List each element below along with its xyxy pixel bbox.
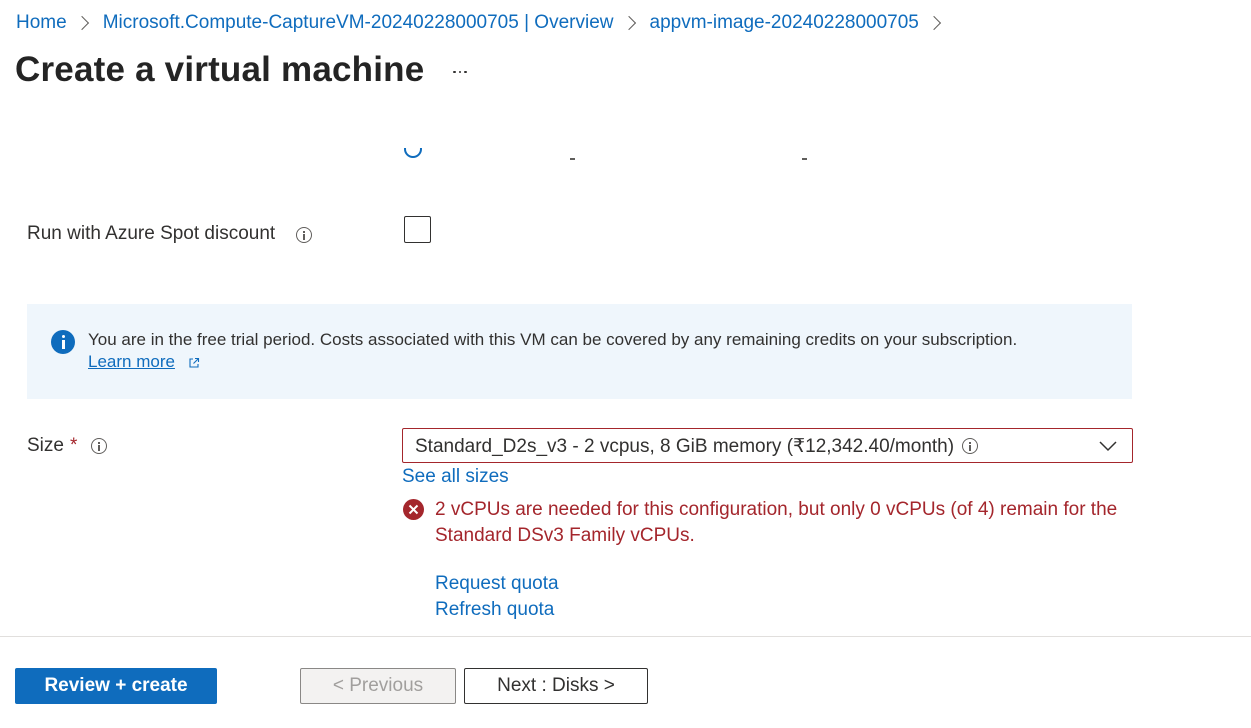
- breadcrumb-home[interactable]: Home: [16, 12, 67, 34]
- size-selected-value: Standard_D2s_v3 - 2 vcpus, 8 GiB memory …: [415, 436, 955, 457]
- ellipsis-icon: [464, 70, 467, 74]
- info-filled-icon: [51, 330, 75, 354]
- size-label: Size *: [27, 435, 77, 457]
- info-icon[interactable]: [91, 438, 107, 454]
- external-link-icon: [189, 357, 200, 368]
- chevron-right-icon: [74, 15, 89, 31]
- spot-discount-checkbox[interactable]: [404, 216, 431, 243]
- size-quota-error-message: 2 vCPUs are needed for this configuratio…: [435, 499, 1118, 546]
- review-create-button[interactable]: Review + create: [15, 668, 217, 704]
- see-all-sizes-link[interactable]: See all sizes: [402, 466, 509, 488]
- learn-more-link[interactable]: Learn more: [88, 352, 175, 372]
- breadcrumb: Home Microsoft.Compute-CaptureVM-2024022…: [16, 10, 955, 36]
- page-title: Create a virtual machine: [15, 50, 425, 89]
- scrolled-off-text-remnant: [570, 158, 575, 160]
- banner-message: You are in the free trial period. Costs …: [88, 330, 1018, 349]
- more-options-button[interactable]: [446, 58, 474, 86]
- chevron-down-icon: [1099, 441, 1117, 452]
- spot-discount-label: Run with Azure Spot discount: [27, 223, 276, 244]
- ellipsis-icon: [458, 70, 462, 74]
- required-indicator: *: [69, 435, 78, 456]
- breadcrumb-capture-vm-overview[interactable]: Microsoft.Compute-CaptureVM-202402280007…: [103, 12, 614, 34]
- size-dropdown[interactable]: Standard_D2s_v3 - 2 vcpus, 8 GiB memory …: [402, 428, 1133, 463]
- next-disks-button[interactable]: Next : Disks >: [464, 668, 648, 704]
- refresh-quota-link[interactable]: Refresh quota: [435, 599, 554, 621]
- radio-icon: [404, 148, 422, 160]
- info-icon[interactable]: [296, 227, 312, 243]
- free-trial-info-banner: You are in the free trial period. Costs …: [27, 304, 1132, 399]
- info-icon[interactable]: [962, 438, 978, 454]
- scrolled-off-text-remnant: [802, 158, 807, 160]
- chevron-right-icon: [926, 15, 941, 31]
- previous-button[interactable]: < Previous: [300, 668, 456, 704]
- ellipsis-icon: [453, 70, 456, 74]
- chevron-right-icon: [621, 15, 636, 31]
- size-label-text: Size: [27, 435, 64, 456]
- request-quota-link[interactable]: Request quota: [435, 573, 559, 595]
- breadcrumb-appvm-image[interactable]: appvm-image-20240228000705: [650, 12, 919, 34]
- error-icon: [403, 499, 424, 520]
- footer-divider: [0, 636, 1251, 637]
